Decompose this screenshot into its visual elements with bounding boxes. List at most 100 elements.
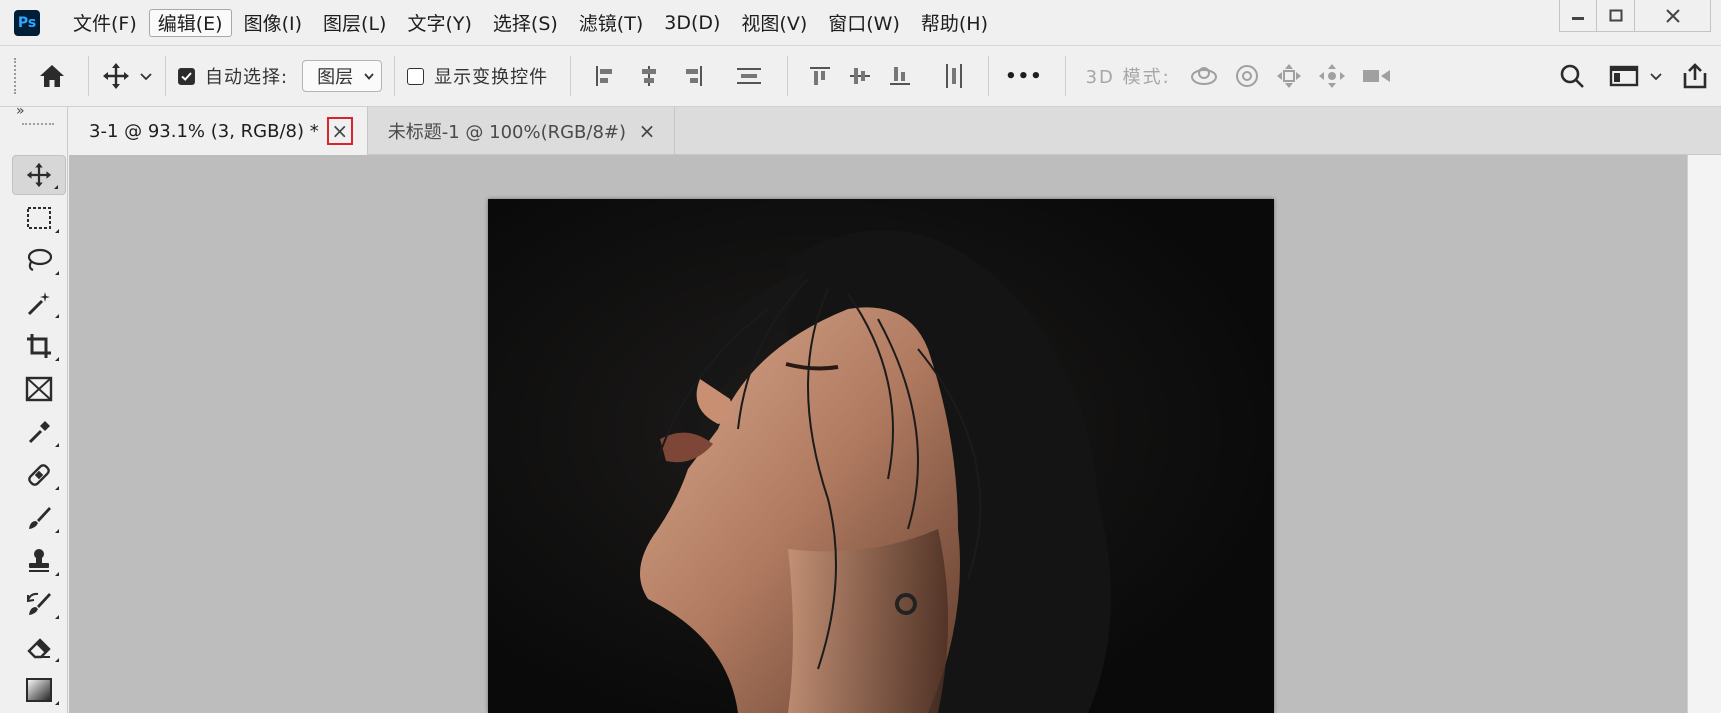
menu-layer[interactable]: 图层(L): [314, 9, 395, 37]
close-tab-button[interactable]: ×: [634, 117, 660, 145]
menu-type[interactable]: 文字(Y): [398, 9, 480, 37]
menu-image[interactable]: 图像(I): [235, 9, 311, 37]
history-brush-tool[interactable]: [12, 584, 66, 624]
3d-slide-button[interactable]: [1317, 62, 1347, 90]
maximize-icon: [1609, 9, 1622, 21]
eyedropper-icon: [28, 421, 50, 444]
options-bar-grip[interactable]: [14, 58, 18, 94]
menu-help[interactable]: 帮助(H): [912, 9, 997, 37]
auto-select-checkbox[interactable]: [178, 67, 195, 85]
3d-roll-icon: [1235, 65, 1258, 87]
eyedropper-tool[interactable]: [12, 412, 66, 452]
menu-bar: Ps 文件(F) 编辑(E) 图像(I) 图层(L) 文字(Y) 选择(S) 滤…: [0, 0, 1721, 45]
options-bar: 自动选择: 图层 显示变换控件 ••• 3D 模式:: [0, 45, 1721, 107]
chevron-down-icon: [140, 73, 152, 81]
menu-select[interactable]: 选择(S): [484, 9, 567, 37]
menu-edit[interactable]: 编辑(E): [148, 8, 232, 37]
chevron-down-icon: [1650, 73, 1662, 81]
tools-panel: »: [0, 103, 68, 713]
magic-wand-tool[interactable]: [12, 283, 66, 323]
separator: [988, 56, 990, 96]
align-left-edges-button[interactable]: [593, 64, 617, 88]
more-options-button[interactable]: •••: [1005, 66, 1043, 87]
checkmark-icon: [181, 71, 192, 81]
menu-filter[interactable]: 滤镜(T): [570, 9, 652, 37]
workspace-switcher[interactable]: [1609, 64, 1663, 88]
tool-group-indicator: [55, 701, 59, 705]
close-icon: [1665, 8, 1680, 23]
tool-group-indicator: [55, 572, 59, 576]
lasso-tool[interactable]: [12, 240, 66, 280]
stamp-icon: [29, 549, 49, 572]
chevron-down-icon: [364, 73, 374, 80]
menu-window[interactable]: 窗口(W): [819, 9, 909, 37]
align-top-edges-button[interactable]: [808, 64, 832, 88]
distribute-horizontal-button[interactable]: [942, 62, 966, 90]
menu-3d[interactable]: 3D(D): [655, 9, 729, 37]
align-horizontal-center-icon: [642, 66, 657, 86]
share-icon: [1683, 63, 1707, 89]
photoshop-logo[interactable]: Ps: [14, 9, 40, 36]
collapse-panel-button[interactable]: »: [16, 103, 25, 119]
window-controls: [1559, 0, 1711, 34]
crop-tool[interactable]: [12, 326, 66, 366]
tools-panel-grip[interactable]: [22, 123, 54, 127]
align-right-edges-button[interactable]: [681, 64, 705, 88]
lasso-icon: [27, 248, 53, 272]
align-horizontal-centers-button[interactable]: [637, 64, 661, 88]
search-button[interactable]: [1559, 63, 1585, 89]
tool-group-indicator: [55, 486, 59, 490]
document-tab-active[interactable]: 3-1 @ 93.1% (3, RGB/8) * ×: [69, 107, 368, 156]
healing-brush-tool[interactable]: [12, 455, 66, 495]
close-window-button[interactable]: [1635, 0, 1711, 32]
separator: [787, 56, 789, 96]
auto-select-target-value: 图层: [317, 67, 354, 88]
tool-group-indicator: [55, 314, 59, 318]
frame-tool[interactable]: [12, 369, 66, 409]
eraser-tool[interactable]: [12, 627, 66, 667]
document-tab-bar: 3-1 @ 93.1% (3, RGB/8) * × 未标题-1 @ 100%(…: [69, 107, 1721, 156]
share-button[interactable]: [1681, 62, 1709, 90]
history-brush-icon: [27, 592, 51, 615]
frame-icon: [25, 376, 53, 402]
clone-stamp-tool[interactable]: [12, 541, 66, 581]
3d-slide-icon: [1318, 64, 1345, 88]
3d-orbit-button[interactable]: [1189, 63, 1219, 89]
menu-view[interactable]: 视图(V): [732, 9, 816, 37]
3d-scale-button[interactable]: [1361, 64, 1393, 88]
separator: [88, 56, 89, 96]
3d-pan-button[interactable]: [1275, 62, 1303, 90]
show-transform-controls-checkbox[interactable]: [407, 67, 425, 85]
document-canvas[interactable]: [488, 199, 1274, 713]
align-left-icon: [596, 66, 613, 86]
marquee-tool[interactable]: [12, 198, 66, 238]
maximize-button[interactable]: [1597, 0, 1635, 32]
3d-pan-icon: [1276, 64, 1301, 88]
separator: [165, 56, 166, 96]
tool-group-indicator: [55, 615, 59, 619]
move-tool-preset-picker[interactable]: [101, 61, 153, 91]
gradient-tool[interactable]: [12, 670, 66, 710]
distribute-vertical-button[interactable]: [735, 64, 763, 88]
menu-file[interactable]: 文件(F): [64, 9, 146, 37]
document-tab-label: 未标题-1 @ 100%(RGB/8#): [387, 122, 627, 143]
gradient-icon: [26, 678, 52, 702]
minimize-button[interactable]: [1559, 0, 1597, 32]
3d-orbit-icon: [1190, 67, 1217, 85]
tool-group-indicator: [55, 271, 59, 275]
vertical-scrollbar[interactable]: [1687, 155, 1721, 713]
close-tab-button[interactable]: ×: [326, 117, 353, 145]
search-icon: [1560, 64, 1584, 88]
home-button[interactable]: [38, 63, 66, 89]
auto-select-target-dropdown[interactable]: 图层: [302, 60, 383, 92]
3d-camera-icon: [1362, 70, 1390, 82]
brush-icon: [29, 507, 51, 529]
document-tab[interactable]: 未标题-1 @ 100%(RGB/8#) ×: [368, 107, 676, 155]
align-vertical-centers-button[interactable]: [848, 64, 872, 88]
align-bottom-edges-button[interactable]: [888, 64, 912, 88]
3d-roll-button[interactable]: [1233, 62, 1261, 90]
separator: [394, 56, 396, 96]
brush-tool[interactable]: [12, 498, 66, 538]
move-tool[interactable]: [12, 155, 66, 195]
align-top-icon: [810, 67, 831, 85]
